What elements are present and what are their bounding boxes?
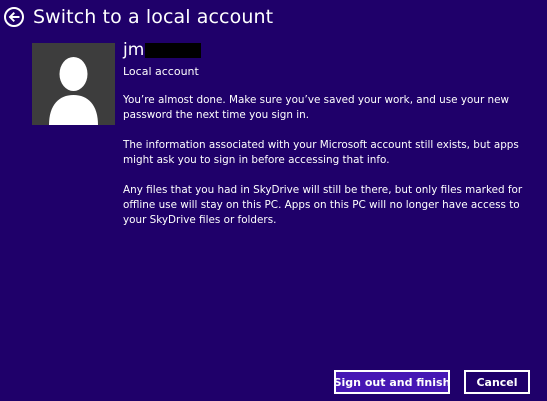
page-title: Switch to a local account xyxy=(33,6,274,28)
user-silhouette-icon xyxy=(49,57,98,125)
cancel-button[interactable]: Cancel xyxy=(464,370,530,394)
message-paragraph-1: You’re almost done. Make sure you’ve sav… xyxy=(123,94,509,121)
account-type: Local account xyxy=(123,65,199,78)
username: jm xyxy=(123,40,145,60)
message-paragraph-3: Any files that you had in SkyDrive will … xyxy=(123,184,523,226)
username-row: jm xyxy=(123,40,523,60)
back-arrow-icon xyxy=(8,12,20,22)
message-paragraph-2: The information associated with your Mic… xyxy=(123,139,519,166)
back-button[interactable] xyxy=(4,7,24,27)
page-header: Switch to a local account xyxy=(4,4,273,30)
redacted-username xyxy=(145,42,202,58)
sign-out-and-finish-button[interactable]: Sign out and finish xyxy=(334,370,450,394)
avatar xyxy=(32,43,115,125)
account-info: jm Local account You’re almost done. Mak… xyxy=(123,40,523,228)
